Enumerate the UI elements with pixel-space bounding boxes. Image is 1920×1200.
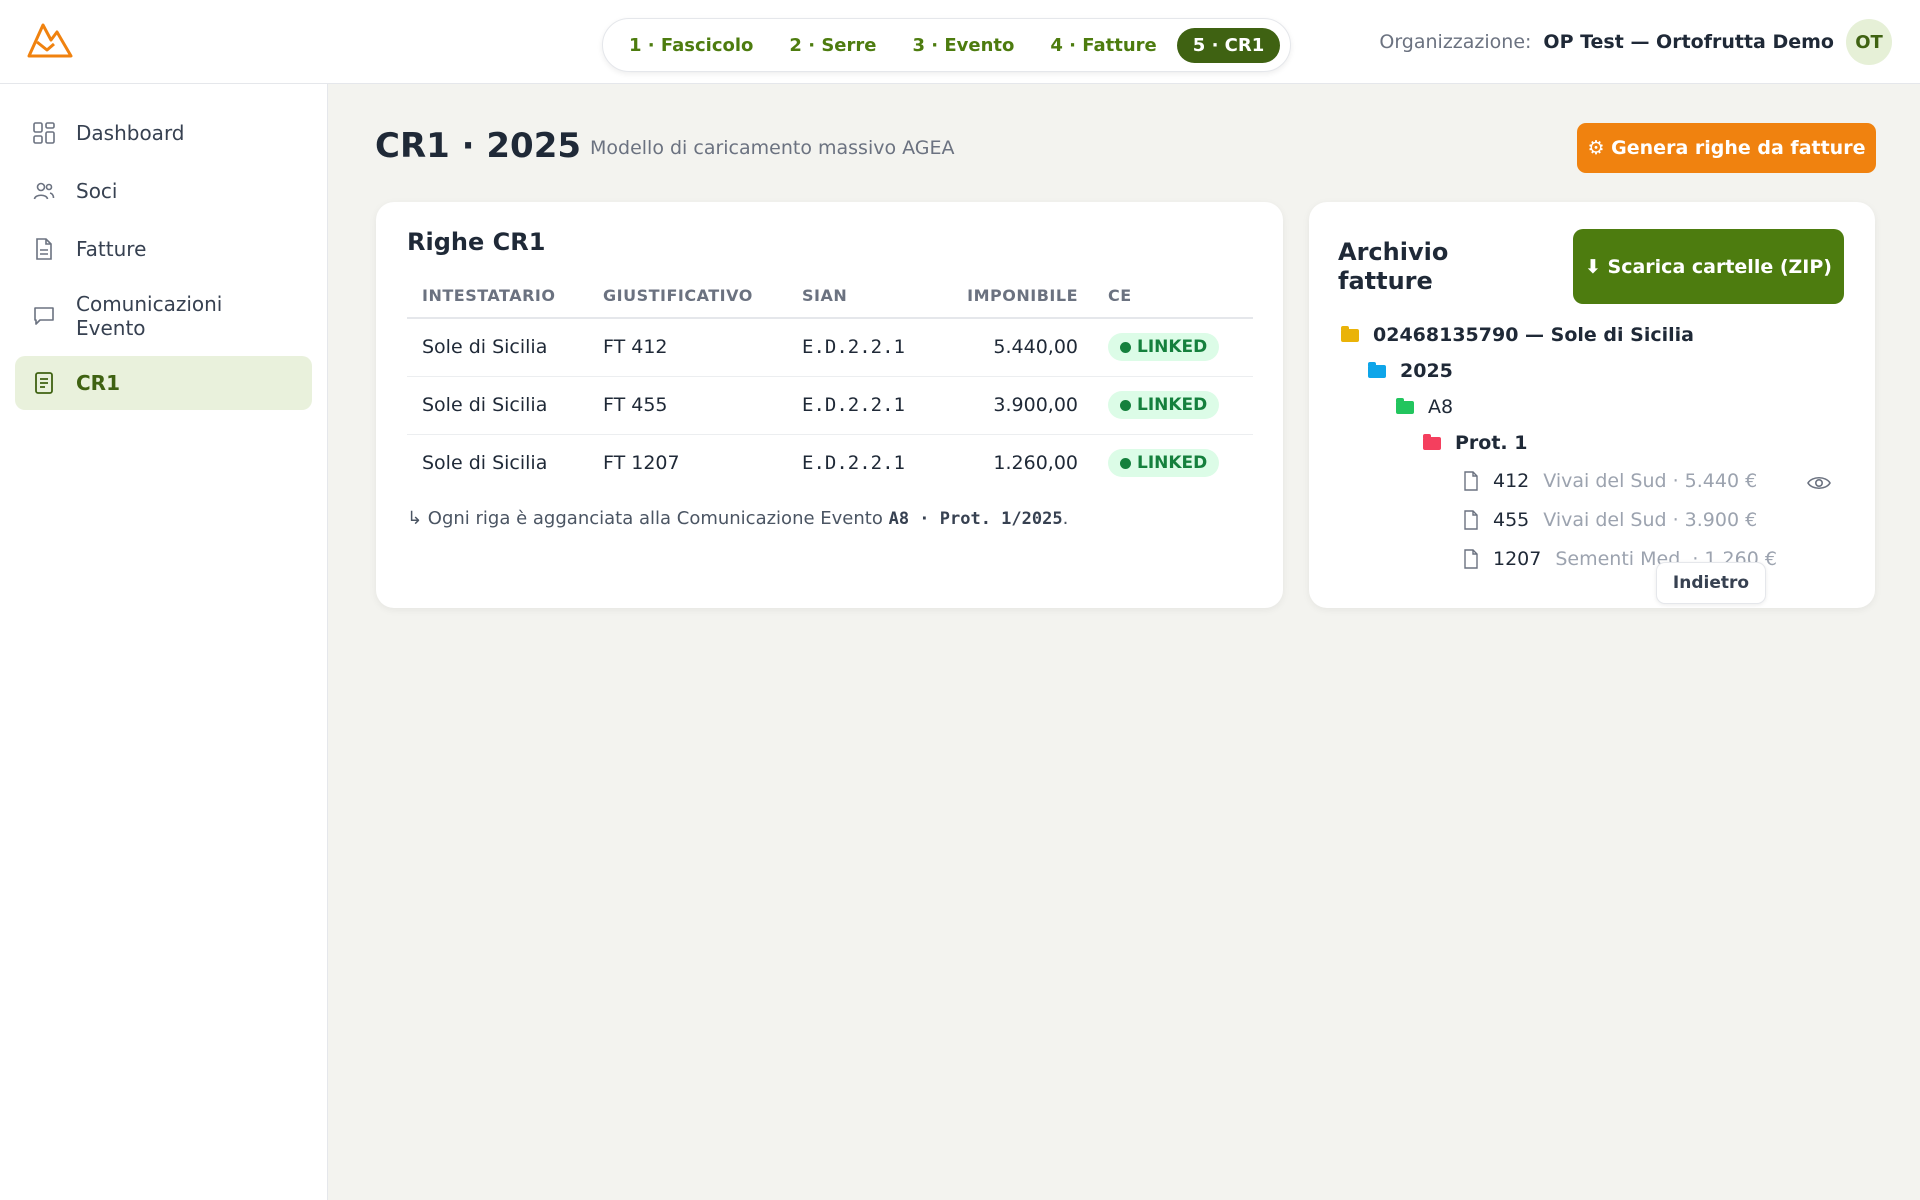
download-zip-button[interactable]: ⬇ Scarica cartelle (ZIP)	[1573, 229, 1844, 304]
page-title: CR1 · 2025	[375, 126, 582, 166]
step-fatture[interactable]: 4 · Fatture	[1034, 28, 1172, 63]
file-meta: Vivai del Sud · 5.440 €	[1543, 470, 1758, 492]
file-icon	[1464, 549, 1478, 569]
column-header-imponibile[interactable]: IMPONIBILE	[927, 274, 1093, 319]
file-number: 455	[1493, 509, 1530, 531]
eye-icon[interactable]	[1807, 474, 1831, 492]
note-text: ↳ Ogni riga è agganciata alla Comunicazi…	[407, 508, 883, 529]
tree-label: 2025	[1400, 360, 1453, 382]
sidebar-item-label: CR1	[76, 371, 120, 395]
sidebar-item-label: Dashboard	[76, 121, 185, 145]
cr1-rows-table: INTESTATARIO GIUSTIFICATIVO SIAN IMPONIB…	[407, 274, 1253, 492]
sidebar-item-label: Fatture	[76, 237, 147, 261]
event-link-note: ↳ Ogni riga è agganciata alla Comunicazi…	[407, 508, 1068, 529]
wizard-stepper: 1 · Fascicolo 2 · Serre 3 · Evento 4 · F…	[602, 18, 1292, 72]
tree-label: Prot. 1	[1455, 432, 1528, 454]
status-dot-icon	[1120, 399, 1131, 411]
sidebar-item-label: Soci	[76, 179, 118, 203]
tree-label: A8	[1428, 396, 1454, 418]
step-cr1[interactable]: 5 · CR1	[1176, 27, 1281, 63]
generate-rows-button[interactable]: ⚙ Genera righe da fatture	[1577, 123, 1876, 173]
table-row[interactable]: Sole di Sicilia FT 1207 E.D.2.2.1 1.260,…	[407, 434, 1253, 492]
column-header-intestatario[interactable]: INTESTATARIO	[407, 274, 588, 319]
cell-ce: LINKED	[1093, 318, 1253, 377]
tree-file[interactable]: 412 Vivai del Sud · 5.440 €	[1463, 470, 1757, 492]
file-meta: Vivai del Sud · 3.900 €	[1543, 509, 1758, 531]
status-badge: LINKED	[1108, 333, 1220, 362]
note-suffix: .	[1062, 508, 1069, 529]
cell-giustificativo: FT 455	[588, 376, 787, 435]
sidebar-item-label: Comunicazioni Evento	[76, 292, 223, 340]
cell-intestatario: Sole di Sicilia	[422, 452, 548, 475]
back-button[interactable]: Indietro	[1656, 562, 1766, 604]
cell-sian: E.D.2.2.1	[787, 376, 927, 435]
cell-sian: E.D.2.2.1	[802, 452, 905, 475]
cell-giustificativo: FT 1207	[603, 452, 680, 475]
status-badge: LINKED	[1108, 449, 1220, 478]
tree-folder-event[interactable]: A8	[1396, 396, 1453, 418]
column-header-sian[interactable]: SIAN	[787, 274, 927, 319]
list-document-icon	[32, 371, 56, 395]
step-evento[interactable]: 3 · Evento	[896, 28, 1030, 63]
cell-imponibile: 1.260,00	[993, 452, 1078, 475]
folder-icon	[1341, 325, 1359, 342]
card-title: Archivio fatture	[1338, 238, 1449, 295]
organization-info: Organizzazione: OP Test — Ortofrutta Dem…	[1379, 18, 1892, 66]
cell-intestatario: Sole di Sicilia	[407, 318, 588, 377]
status-badge: LINKED	[1108, 391, 1220, 419]
tree-file[interactable]: 455 Vivai del Sud · 3.900 €	[1463, 509, 1757, 531]
file-number: 1207	[1493, 548, 1542, 570]
document-icon	[32, 237, 56, 261]
organization-name: OP Test — Ortofrutta Demo	[1543, 31, 1834, 53]
cell-ce: LINKED	[1093, 434, 1253, 492]
folder-icon	[1423, 433, 1441, 450]
folder-icon	[1396, 397, 1414, 414]
table-header-row: INTESTATARIO GIUSTIFICATIVO SIAN IMPONIB…	[407, 274, 1253, 319]
status-badge-label: LINKED	[1137, 395, 1208, 415]
file-icon	[1464, 510, 1478, 530]
step-serre[interactable]: 2 · Serre	[773, 28, 892, 63]
sidebar-item-comunicazioni-evento[interactable]: Comunicazioni Evento	[15, 280, 312, 352]
step-fascicolo[interactable]: 1 · Fascicolo	[613, 28, 769, 63]
page-subtitle: Modello di caricamento massivo AGEA	[590, 137, 955, 159]
column-header-ce[interactable]: CE	[1093, 274, 1253, 319]
sidebar-item-soci[interactable]: Soci	[15, 164, 312, 218]
tree-folder-root[interactable]: 02468135790 — Sole di Sicilia	[1341, 324, 1694, 346]
cell-sian: E.D.2.2.1	[787, 318, 927, 377]
column-header-giustificativo[interactable]: GIUSTIFICATIVO	[588, 274, 787, 319]
table-row[interactable]: Sole di Sicilia FT 455 E.D.2.2.1 3.900,0…	[407, 376, 1253, 435]
tree-folder-prot[interactable]: Prot. 1	[1423, 432, 1527, 454]
cell-giustificativo: FT 412	[588, 318, 787, 377]
folder-icon	[1368, 361, 1386, 378]
cell-ce: LINKED	[1093, 376, 1253, 435]
sidebar-item-fatture[interactable]: Fatture	[15, 222, 312, 276]
status-badge-label: LINKED	[1137, 337, 1208, 358]
file-icon	[1464, 471, 1478, 491]
cell-imponibile: 5.440,00	[927, 318, 1093, 377]
avatar[interactable]: OT	[1846, 19, 1892, 65]
status-dot-icon	[1120, 457, 1131, 469]
status-dot-icon	[1120, 341, 1131, 353]
table-row[interactable]: Sole di Sicilia FT 412 E.D.2.2.1 5.440,0…	[407, 318, 1253, 377]
grid-icon	[32, 121, 56, 145]
status-badge-label: LINKED	[1137, 453, 1208, 474]
sidebar-item-cr1[interactable]: CR1	[15, 356, 312, 410]
users-icon	[32, 179, 56, 203]
cr1-rows-card: Righe CR1 INTESTATARIO GIUSTIFICATIVO SI…	[376, 202, 1283, 608]
organization-label: Organizzazione:	[1379, 31, 1532, 53]
card-title: Righe CR1	[407, 228, 546, 256]
sidebar: Dashboard Soci Fatture Comunicazioni Eve…	[0, 84, 328, 1200]
cell-imponibile: 3.900,00	[927, 376, 1093, 435]
invoice-archive-card: Archivio fatture ⬇ Scarica cartelle (ZIP…	[1309, 202, 1875, 608]
mountain-logo-icon[interactable]	[26, 18, 74, 60]
file-number: 412	[1493, 470, 1530, 492]
top-bar: 1 · Fascicolo 2 · Serre 3 · Evento 4 · F…	[0, 0, 1920, 84]
cell-intestatario: Sole di Sicilia	[407, 376, 588, 435]
tree-label: 02468135790 — Sole di Sicilia	[1373, 324, 1694, 346]
message-icon	[32, 304, 56, 328]
note-event-code: A8 · Prot. 1/2025	[888, 509, 1063, 529]
tree-folder-year[interactable]: 2025	[1368, 360, 1453, 382]
sidebar-item-dashboard[interactable]: Dashboard	[15, 106, 312, 160]
